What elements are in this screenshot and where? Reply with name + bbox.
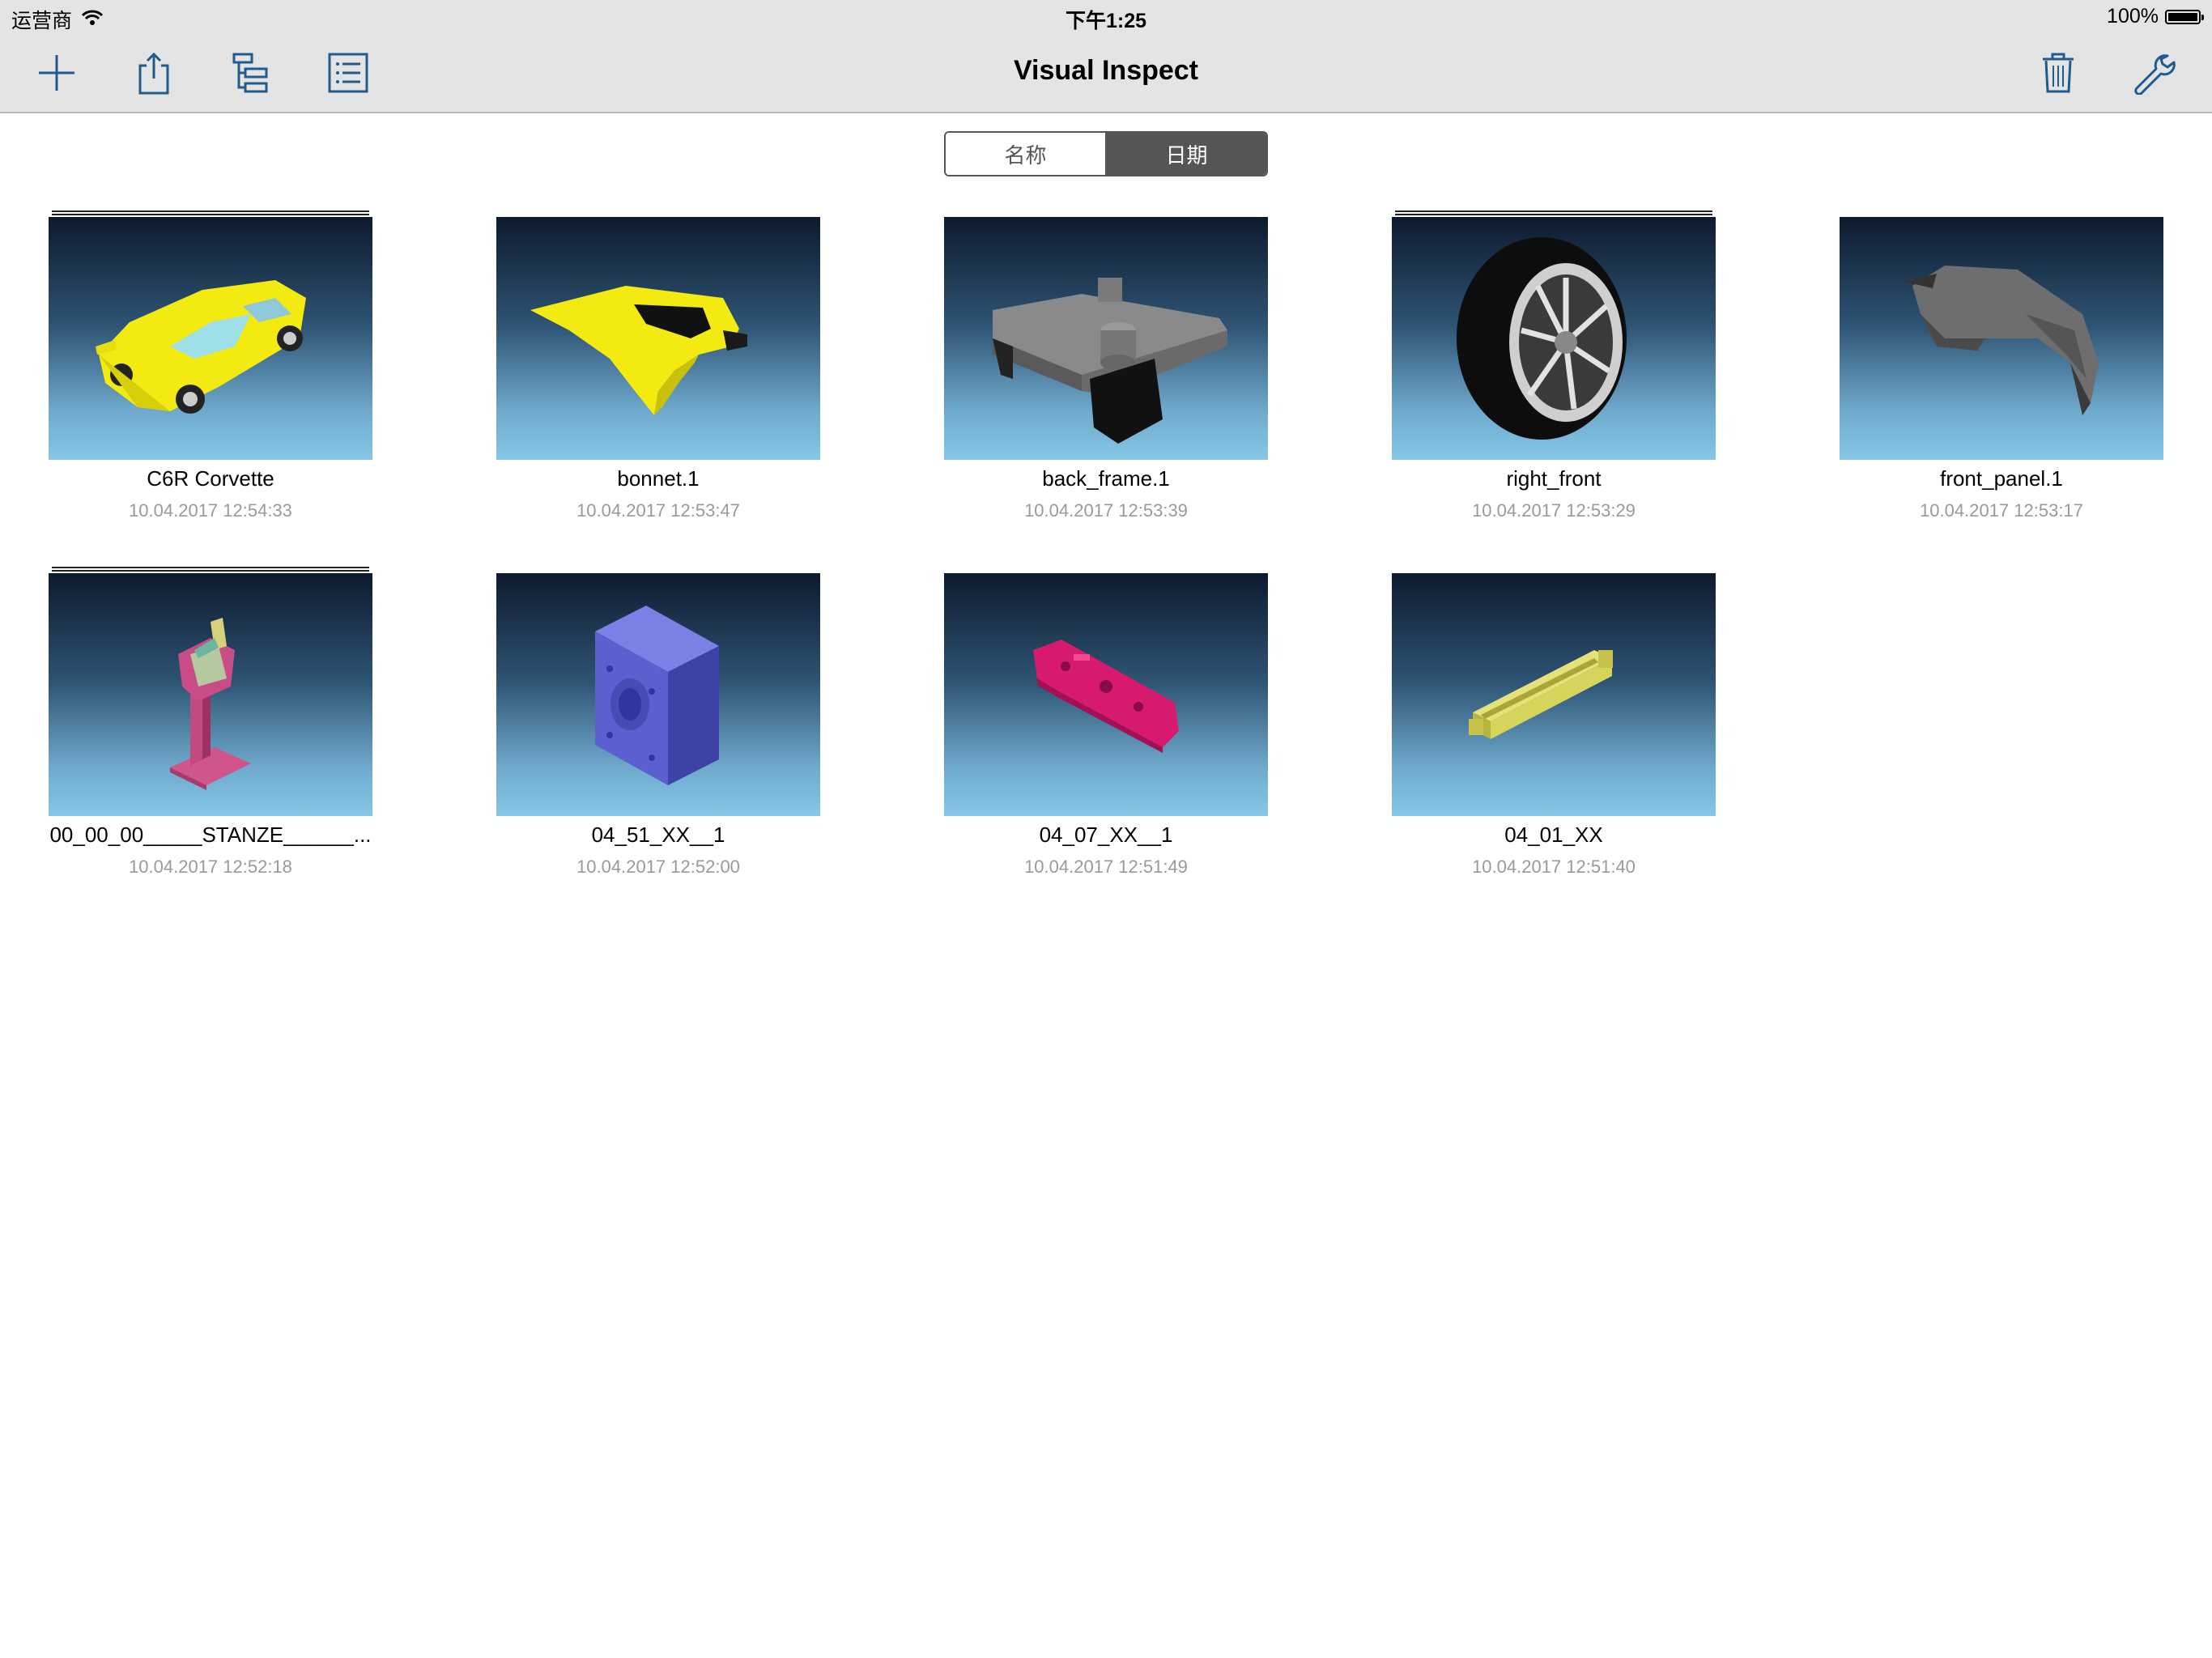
status-time: 下午1:25 bbox=[1065, 10, 1147, 32]
trash-icon bbox=[2043, 53, 2074, 93]
file-item[interactable]: 04_01_XX 10.04.2017 12:51:40 bbox=[1392, 567, 1716, 907]
battery-icon bbox=[2165, 9, 2204, 24]
file-name: 04_07_XX__1 bbox=[1039, 823, 1173, 847]
panel-model-image bbox=[1904, 266, 2099, 415]
model-thumbnail bbox=[49, 573, 372, 816]
block-model-image bbox=[595, 606, 719, 785]
status-bar: 运营商 下午1:25 100% bbox=[0, 0, 2212, 32]
model-thumbnail bbox=[1840, 217, 2163, 460]
model-thumbnail bbox=[1392, 573, 1716, 816]
file-name: 00_00_00_____STANZE______... bbox=[49, 823, 372, 847]
file-name: 04_51_XX__1 bbox=[591, 823, 725, 847]
delete-button[interactable] bbox=[2034, 49, 2082, 97]
sort-segmented-control: 名称 日期 bbox=[944, 131, 1268, 176]
model-thumbnail bbox=[944, 217, 1268, 460]
file-date: 10.04.2017 12:51:49 bbox=[1024, 857, 1188, 877]
model-thumbnail bbox=[49, 217, 372, 460]
file-date: 10.04.2017 12:53:17 bbox=[1920, 500, 2083, 521]
wheel-model-image bbox=[1457, 237, 1627, 440]
navigation-bar: Visual Inspect bbox=[0, 32, 2212, 113]
file-name: right_front bbox=[1506, 466, 1602, 491]
file-date: 10.04.2017 12:54:33 bbox=[129, 500, 292, 521]
sort-by-name-segment[interactable]: 名称 bbox=[946, 133, 1105, 175]
sort-by-date-segment[interactable]: 日期 bbox=[1105, 133, 1266, 175]
file-item[interactable]: 00_00_00_____STANZE______... 10.04.2017 … bbox=[49, 567, 372, 907]
file-date: 10.04.2017 12:53:47 bbox=[576, 500, 740, 521]
wrench-icon bbox=[2134, 54, 2176, 95]
battery-group: 100% bbox=[2107, 5, 2204, 28]
file-item[interactable]: right_front 10.04.2017 12:53:29 bbox=[1392, 210, 1716, 551]
file-date: 10.04.2017 12:51:40 bbox=[1472, 857, 1636, 877]
frame-model-image bbox=[993, 278, 1227, 444]
file-name: front_panel.1 bbox=[1940, 466, 2063, 491]
model-thumbnail bbox=[944, 573, 1268, 816]
file-date: 10.04.2017 12:52:00 bbox=[576, 857, 740, 877]
model-thumbnail bbox=[496, 217, 820, 460]
file-name: bonnet.1 bbox=[617, 466, 700, 491]
model-thumbnail bbox=[1392, 217, 1716, 460]
file-name: C6R Corvette bbox=[147, 466, 274, 491]
file-name: back_frame.1 bbox=[1042, 466, 1170, 491]
file-date: 10.04.2017 12:53:39 bbox=[1024, 500, 1188, 521]
file-item[interactable]: back_frame.1 10.04.2017 12:53:39 bbox=[944, 210, 1268, 551]
rail-model-image bbox=[1469, 650, 1613, 739]
file-item[interactable]: bonnet.1 10.04.2017 12:53:47 bbox=[496, 210, 820, 551]
model-thumbnail bbox=[496, 573, 820, 816]
file-name: 04_01_XX bbox=[1504, 823, 1603, 847]
stand-model-image bbox=[170, 618, 251, 790]
file-date: 10.04.2017 12:53:29 bbox=[1472, 500, 1636, 521]
file-item[interactable]: 04_51_XX__1 10.04.2017 12:52:00 bbox=[496, 567, 820, 907]
file-item[interactable]: 04_07_XX__1 10.04.2017 12:51:49 bbox=[944, 567, 1268, 907]
file-item[interactable]: C6R Corvette 10.04.2017 12:54:33 bbox=[49, 210, 372, 551]
page-title: Visual Inspect bbox=[1013, 55, 1199, 86]
settings-button[interactable] bbox=[2129, 49, 2178, 97]
bonnet-model-image bbox=[530, 286, 747, 415]
file-date: 10.04.2017 12:52:18 bbox=[129, 857, 292, 877]
bar-model-image bbox=[1033, 640, 1179, 753]
battery-percent: 100% bbox=[2107, 5, 2159, 28]
file-item[interactable]: front_panel.1 10.04.2017 12:53:17 bbox=[1840, 210, 2163, 551]
car-model-image bbox=[96, 280, 306, 414]
